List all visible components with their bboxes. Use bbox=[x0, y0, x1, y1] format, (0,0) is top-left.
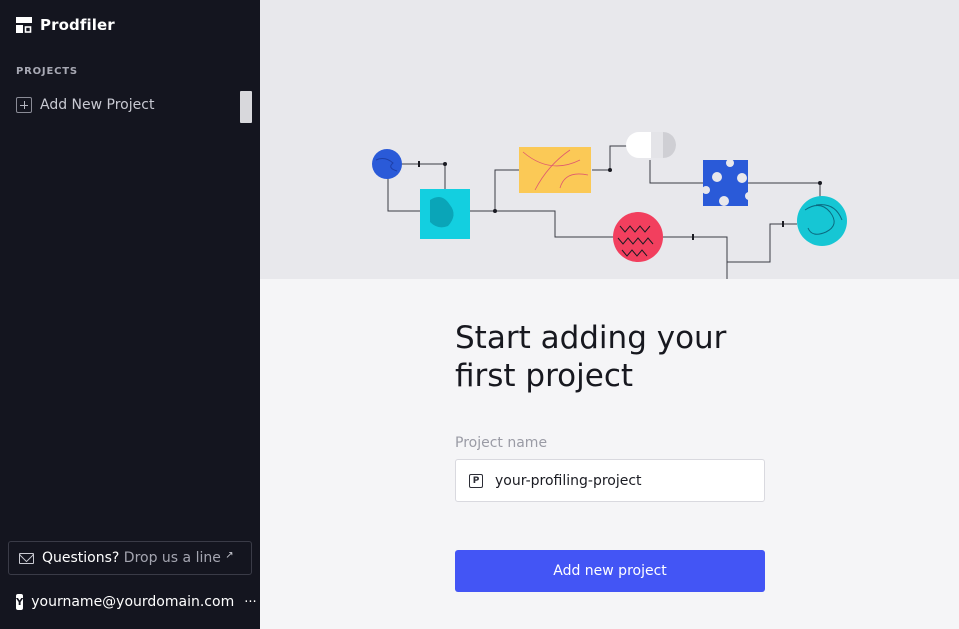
add-new-project-button[interactable]: Add New Project bbox=[16, 97, 154, 113]
hero-illustration bbox=[260, 0, 959, 279]
questions-text: Questions? Drop us a line ↗ bbox=[42, 550, 234, 566]
page-title: Start adding your first project bbox=[455, 319, 775, 395]
project-name-input[interactable] bbox=[495, 472, 755, 489]
user-account[interactable]: Y yourname@yourdomain.com ··· bbox=[16, 594, 257, 610]
questions-contact-button[interactable]: Questions? Drop us a line ↗ bbox=[8, 541, 252, 575]
drop-us-a-line-link[interactable]: Drop us a line bbox=[124, 550, 221, 566]
sidebar-scrollbar-thumb[interactable] bbox=[240, 91, 252, 123]
add-new-project-label: Add New Project bbox=[40, 97, 155, 113]
illustration-svg bbox=[372, 132, 847, 279]
project-icon: P bbox=[469, 473, 483, 488]
sidebar: Prodfiler PROJECTS Add New Project Quest… bbox=[0, 0, 260, 629]
more-icon[interactable]: ··· bbox=[244, 595, 256, 610]
external-link-icon: ↗ bbox=[225, 550, 234, 561]
brand-name: Prodfiler bbox=[40, 16, 115, 34]
brand[interactable]: Prodfiler bbox=[16, 16, 115, 34]
avatar: Y bbox=[16, 594, 24, 610]
add-new-project-submit-button[interactable]: Add new project bbox=[455, 550, 765, 592]
user-email: yourname@yourdomain.com bbox=[31, 594, 235, 610]
project-name-field[interactable]: P bbox=[455, 459, 765, 502]
title-line-1: Start adding your bbox=[455, 320, 727, 356]
mail-icon bbox=[19, 552, 34, 564]
questions-label: Questions? bbox=[42, 550, 120, 566]
project-name-label: Project name bbox=[455, 435, 548, 451]
brand-logo-icon bbox=[16, 17, 32, 33]
title-line-2: first project bbox=[455, 358, 634, 394]
plus-icon bbox=[16, 97, 32, 113]
main-content: Start adding your first project Project … bbox=[260, 279, 959, 629]
projects-section-label: PROJECTS bbox=[16, 66, 78, 77]
